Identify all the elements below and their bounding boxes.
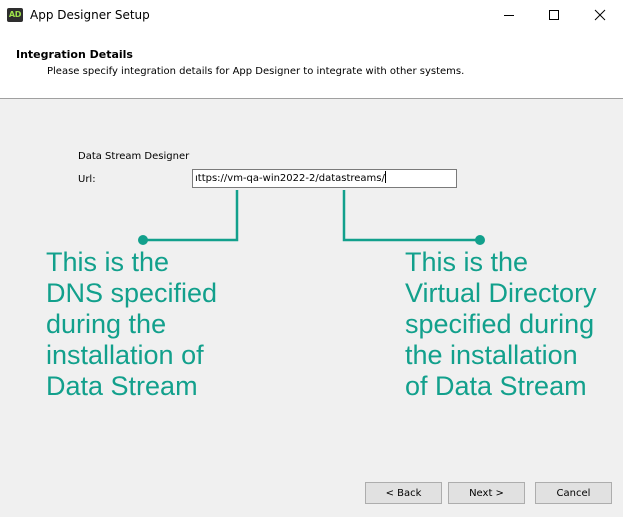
maximize-button[interactable] <box>531 0 577 30</box>
maximize-icon <box>549 10 559 20</box>
page-subtitle: Please specify integration details for A… <box>47 66 465 77</box>
close-icon <box>594 9 606 21</box>
url-label: Url: <box>78 174 96 185</box>
dns-annotation: This is the DNS specified during the ins… <box>46 247 218 401</box>
window-title: App Designer Setup <box>30 8 150 22</box>
setup-window: AD App Designer Setup Integration Detail… <box>0 0 623 517</box>
url-input[interactable]: ıttps://vm-qa-win2022-2/datastreams/ <box>192 169 457 188</box>
url-value: ıttps://vm-qa-win2022-2/datastreams/ <box>195 173 385 184</box>
title-bar[interactable]: AD App Designer Setup <box>0 0 623 32</box>
cancel-button[interactable]: Cancel <box>535 482 612 504</box>
minimize-button[interactable] <box>486 0 532 30</box>
app-designer-icon: AD <box>7 8 23 22</box>
data-stream-designer-label: Data Stream Designer <box>78 151 190 162</box>
text-caret <box>384 171 386 183</box>
close-button[interactable] <box>577 0 623 30</box>
virtual-directory-annotation: This is the Virtual Directory specified … <box>405 247 597 401</box>
next-button[interactable]: Next > <box>448 482 525 504</box>
back-button[interactable]: < Back <box>365 482 442 504</box>
minimize-icon <box>504 15 514 16</box>
page-title: Integration Details <box>16 48 133 61</box>
wizard-header: Integration Details Please specify integ… <box>0 32 623 99</box>
